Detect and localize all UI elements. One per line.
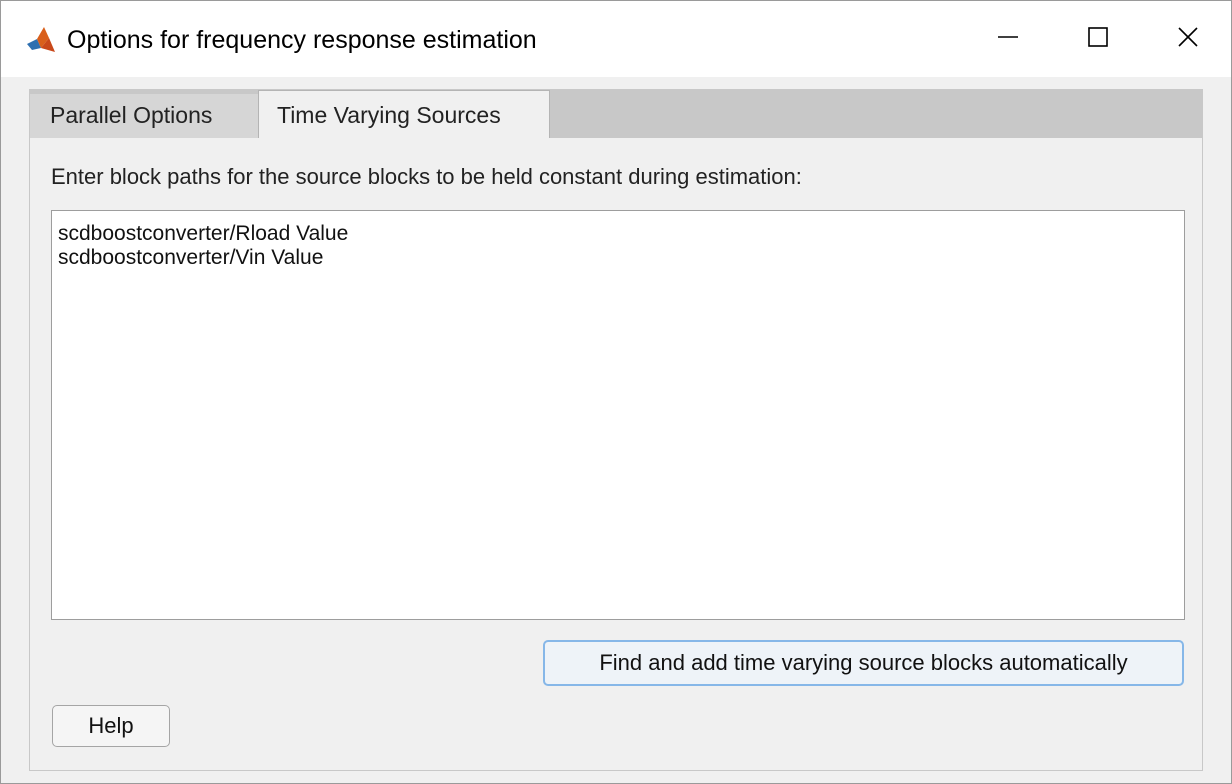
window-title: Options for frequency response estimatio…: [67, 26, 537, 54]
maximize-icon: [1086, 25, 1110, 54]
block-path-line: scdboostconverter/Vin Value: [58, 246, 324, 269]
tab-strip: Parallel Options Time Varying Sources: [30, 90, 1202, 138]
find-add-sources-button[interactable]: Find and add time varying source blocks …: [543, 640, 1184, 686]
instruction-label: Enter block paths for the source blocks …: [51, 164, 802, 189]
block-paths-textarea[interactable]: scdboostconverter/Rload Value scdboostco…: [51, 210, 1185, 620]
block-path-line: scdboostconverter/Rload Value: [58, 222, 349, 245]
tab-group: Parallel Options Time Varying Sources En…: [29, 89, 1203, 771]
maximize-button[interactable]: [1053, 1, 1143, 77]
tab-time-varying-sources[interactable]: Time Varying Sources: [258, 90, 550, 138]
minimize-icon: [996, 25, 1020, 54]
matlab-logo-icon: [25, 24, 57, 56]
title-bar[interactable]: Options for frequency response estimatio…: [1, 1, 1231, 77]
close-button[interactable]: [1143, 1, 1232, 77]
dialog-window: Options for frequency response estimatio…: [0, 0, 1232, 784]
close-icon: [1176, 25, 1200, 54]
help-button[interactable]: Help: [52, 705, 170, 747]
minimize-button[interactable]: [963, 1, 1053, 77]
tab-parallel-options[interactable]: Parallel Options: [30, 94, 260, 138]
